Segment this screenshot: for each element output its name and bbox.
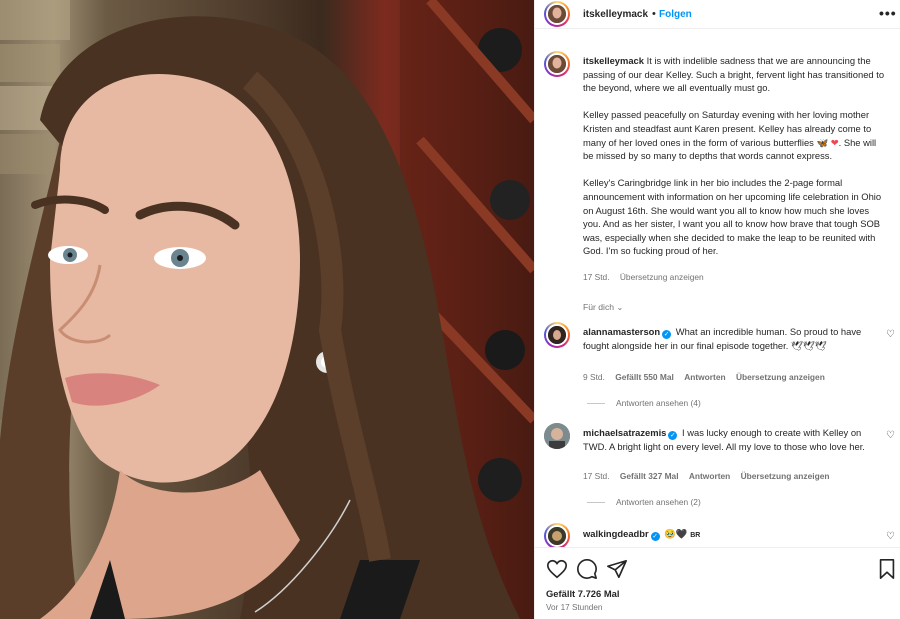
comment-body: 🥹🖤 [664, 528, 688, 539]
comment-reply-link[interactable]: Antworten [684, 372, 725, 382]
paper-plane-icon[interactable] [606, 558, 628, 580]
dove-emoji: 🕊🕊🕊 [790, 340, 827, 351]
view-replies-link[interactable]: Antworten ansehen (2) [587, 497, 701, 507]
comment-translate-link[interactable]: Übersetzung anzeigen [741, 471, 830, 481]
view-replies-label: Antworten ansehen (4) [616, 398, 701, 408]
comment-username[interactable]: walkingdeadbr [583, 528, 649, 539]
comment-time: 9 Std. [583, 372, 605, 382]
caption-time: 17 Std. [583, 272, 610, 282]
author-avatar[interactable] [544, 1, 570, 27]
caption-author-avatar[interactable] [544, 51, 570, 77]
instagram-post-window: itskelleymack • Folgen ••• itskelleymack… [0, 0, 900, 619]
post-side-panel: itskelleymack • Folgen ••• itskelleymack… [534, 0, 900, 619]
more-options-icon[interactable]: ••• [879, 5, 897, 21]
portrait-image [0, 0, 534, 619]
comment-likes[interactable]: Gefällt 327 Mal [620, 471, 679, 481]
post-photo[interactable] [0, 0, 534, 619]
commenter-avatar[interactable] [544, 322, 570, 348]
commenter-avatar[interactable] [544, 423, 570, 449]
comment-suffix: BR [690, 532, 701, 539]
butterfly-emoji: 🦋 [816, 136, 829, 148]
comment-translate-link[interactable]: Übersetzung anzeigen [736, 372, 825, 382]
heart-outline-icon[interactable] [546, 558, 568, 580]
caption-meta: 17 Std. Übersetzung anzeigen [583, 272, 712, 282]
verified-badge-icon: ✓ [650, 532, 660, 541]
bookmark-icon[interactable] [876, 558, 898, 580]
post-header: itskelleymack • Folgen ••• [535, 0, 900, 29]
for-you-dropdown[interactable]: Für dich ⌄ [583, 302, 623, 312]
chevron-down-icon: ⌄ [616, 303, 624, 312]
caption-paragraph-3: Kelley's Caringbridge link in her bio in… [583, 177, 882, 257]
replies-line [587, 403, 605, 405]
comment-like-heart-icon[interactable]: ♡ [886, 329, 895, 340]
caption-translate-link[interactable]: Übersetzung anzeigen [620, 272, 704, 282]
comment-bubble-icon[interactable] [576, 558, 598, 580]
comment-reply-link[interactable]: Antworten [689, 471, 730, 481]
for-you-label: Für dich [583, 302, 615, 312]
post-likes-count[interactable]: Gefällt 7.726 Mal [546, 588, 619, 599]
comment-username[interactable]: alannamasterson [583, 326, 660, 337]
comment-meta: 17 Std. Gefällt 327 Mal Antworten Überse… [583, 471, 837, 481]
caption-username[interactable]: itskelleymack [583, 55, 644, 66]
comment-text: alannamasterson ✓ What an incredible huma… [583, 325, 878, 353]
comment-meta: 9 Std. Gefällt 550 Mal Antworten Überset… [583, 372, 833, 382]
author-username[interactable]: itskelleymack [583, 9, 648, 20]
comment-likes[interactable]: Gefällt 550 Mal [615, 372, 674, 382]
comment-text: michaelsatrazemis ✓ I was lucky enough to… [583, 426, 878, 454]
comment-like-heart-icon[interactable]: ♡ [886, 430, 895, 441]
verified-badge-icon: ✓ [668, 431, 678, 440]
comments-scroll-area[interactable]: itskelleymack It is with indelible sadne… [535, 30, 900, 547]
caption-paragraph-2: Kelley passed peacefully on Saturday eve… [583, 109, 872, 148]
view-replies-link[interactable]: Antworten ansehen (4) [587, 398, 701, 408]
red-heart-emoji: ❤ [830, 136, 839, 148]
verified-badge-icon: ✓ [662, 330, 672, 339]
follow-button[interactable]: Folgen [659, 9, 692, 20]
separator-dot: • [652, 8, 656, 20]
comment-like-heart-icon[interactable]: ♡ [886, 531, 895, 542]
commenter-avatar[interactable] [544, 523, 570, 547]
view-replies-label: Antworten ansehen (2) [616, 497, 701, 507]
replies-line [587, 502, 605, 504]
comment-text: walkingdeadbr ✓ 🥹🖤 BR [583, 527, 878, 543]
comment-username[interactable]: michaelsatrazemis [583, 427, 666, 438]
caption-text: itskelleymack It is with indelible sadne… [583, 54, 889, 272]
post-timestamp[interactable]: Vor 17 Stunden [546, 603, 602, 612]
comment-time: 17 Std. [583, 471, 610, 481]
